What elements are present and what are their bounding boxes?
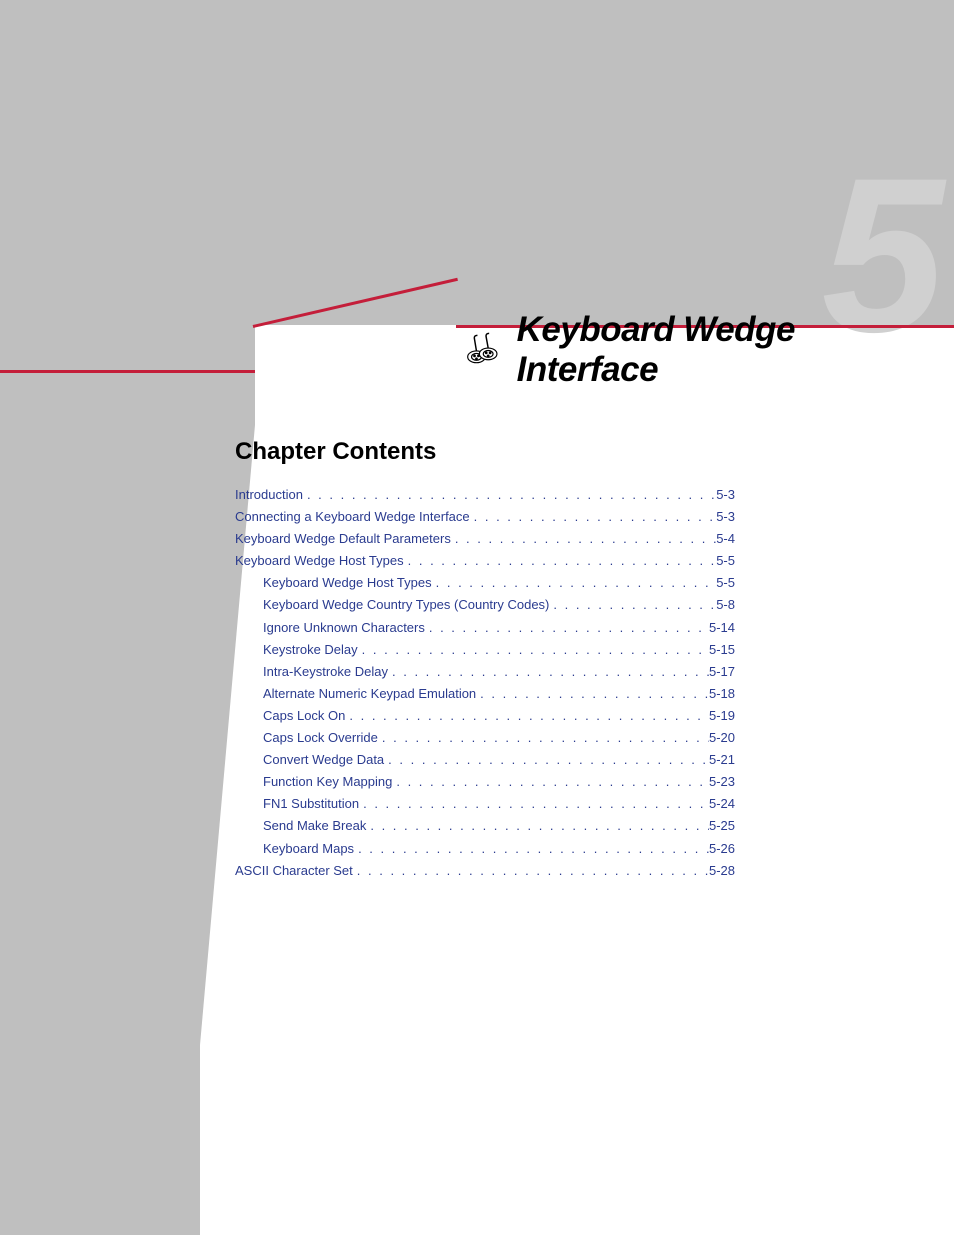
toc-entry-page: 5-4 <box>716 528 735 550</box>
toc-entry-page: 5-26 <box>709 838 735 860</box>
toc-leader-dots <box>345 705 709 727</box>
divider-line <box>253 278 458 328</box>
chapter-title-area: Keyboard Wedge Interface <box>455 325 935 375</box>
toc-entry[interactable]: Caps Lock On 5-19 <box>235 705 735 727</box>
toc-entry-page: 5-17 <box>709 661 735 683</box>
toc-entry-page: 5-23 <box>709 771 735 793</box>
toc-entry[interactable]: Send Make Break 5-25 <box>235 815 735 837</box>
toc-entry-label: Intra-Keystroke Delay <box>263 661 388 683</box>
toc-entry-page: 5-5 <box>716 572 735 594</box>
toc-entry-label: Keyboard Wedge Host Types <box>263 572 432 594</box>
toc-entry[interactable]: Caps Lock Override 5-20 <box>235 727 735 749</box>
toc-entry-page: 5-19 <box>709 705 735 727</box>
toc-entry-label: Send Make Break <box>263 815 366 837</box>
toc-entry-label: Caps Lock Override <box>263 727 378 749</box>
toc-leader-dots <box>354 838 709 860</box>
toc-entry-page: 5-20 <box>709 727 735 749</box>
toc-entry-page: 5-14 <box>709 617 735 639</box>
toc-entry-label: Keyboard Maps <box>263 838 354 860</box>
toc-entry-label: Keyboard Wedge Host Types <box>235 550 404 572</box>
toc-leader-dots <box>353 860 709 882</box>
toc-leader-dots <box>388 661 709 683</box>
toc-entry-label: Function Key Mapping <box>263 771 392 793</box>
toc-entry[interactable]: Introduction 5-3 <box>235 484 735 506</box>
toc-leader-dots <box>425 617 709 639</box>
toc-entry[interactable]: Keyboard Wedge Country Types (Country Co… <box>235 594 735 616</box>
toc-leader-dots <box>303 484 716 506</box>
toc-leader-dots <box>384 749 709 771</box>
toc-leader-dots <box>549 594 716 616</box>
toc-entry-label: Connecting a Keyboard Wedge Interface <box>235 506 470 528</box>
toc-entry-label: Alternate Numeric Keypad Emulation <box>263 683 476 705</box>
toc-entry[interactable]: FN1 Substitution 5-24 <box>235 793 735 815</box>
toc-leader-dots <box>404 550 717 572</box>
toc-list: Introduction5-3Connecting a Keyboard Wed… <box>235 484 735 882</box>
toc-leader-dots <box>432 572 717 594</box>
toc-entry-label: Keystroke Delay <box>263 639 358 661</box>
toc-entry-label: Keyboard Wedge Country Types (Country Co… <box>263 594 549 616</box>
toc-entry[interactable]: Convert Wedge Data 5-21 <box>235 749 735 771</box>
toc-leader-dots <box>476 683 709 705</box>
divider-line <box>0 370 255 373</box>
toc-entry-label: Introduction <box>235 484 303 506</box>
toc-entry[interactable]: Keyboard Wedge Host Types 5-5 <box>235 550 735 572</box>
toc-entry-page: 5-3 <box>716 484 735 506</box>
toc-entry-label: FN1 Substitution <box>263 793 359 815</box>
connector-icon <box>455 329 509 371</box>
toc-entry-page: 5-25 <box>709 815 735 837</box>
toc-entry-page: 5-24 <box>709 793 735 815</box>
page: 5 Keyboard Wedge Interface Chapter Cont <box>0 0 954 1235</box>
toc-entry[interactable]: ASCII Character Set 5-28 <box>235 860 735 882</box>
toc-entry-page: 5-3 <box>716 506 735 528</box>
toc-leader-dots <box>451 528 716 550</box>
toc-entry-label: Ignore Unknown Characters <box>263 617 425 639</box>
toc-entry[interactable]: Function Key Mapping 5-23 <box>235 771 735 793</box>
toc-entry-page: 5-21 <box>709 749 735 771</box>
section-heading: Chapter Contents <box>235 438 735 466</box>
toc-leader-dots <box>392 771 709 793</box>
toc-entry-page: 5-15 <box>709 639 735 661</box>
toc-entry-label: ASCII Character Set <box>235 860 353 882</box>
toc-entry-label: Caps Lock On <box>263 705 345 727</box>
toc-leader-dots <box>366 815 709 837</box>
chapter-title: Keyboard Wedge Interface <box>517 310 935 390</box>
toc-entry[interactable]: Ignore Unknown Characters 5-14 <box>235 617 735 639</box>
toc-entry-label: Convert Wedge Data <box>263 749 384 771</box>
toc-entry-label: Keyboard Wedge Default Parameters <box>235 528 451 550</box>
toc-entry[interactable]: Keyboard Wedge Host Types 5-5 <box>235 572 735 594</box>
toc-leader-dots <box>358 639 709 661</box>
toc-entry[interactable]: Keyboard Wedge Default Parameters 5-4 <box>235 528 735 550</box>
toc-entry[interactable]: Connecting a Keyboard Wedge Interface 5-3 <box>235 506 735 528</box>
toc-leader-dots <box>470 506 717 528</box>
chapter-contents: Chapter Contents Introduction5-3Connecti… <box>235 438 735 882</box>
toc-entry[interactable]: Intra-Keystroke Delay 5-17 <box>235 661 735 683</box>
toc-entry-page: 5-28 <box>709 860 735 882</box>
toc-entry-page: 5-8 <box>716 594 735 616</box>
toc-leader-dots <box>378 727 709 749</box>
toc-entry-page: 5-5 <box>716 550 735 572</box>
toc-leader-dots <box>359 793 709 815</box>
toc-entry-page: 5-18 <box>709 683 735 705</box>
toc-entry[interactable]: Alternate Numeric Keypad Emulation 5-18 <box>235 683 735 705</box>
toc-entry[interactable]: Keystroke Delay 5-15 <box>235 639 735 661</box>
toc-entry[interactable]: Keyboard Maps 5-26 <box>235 838 735 860</box>
